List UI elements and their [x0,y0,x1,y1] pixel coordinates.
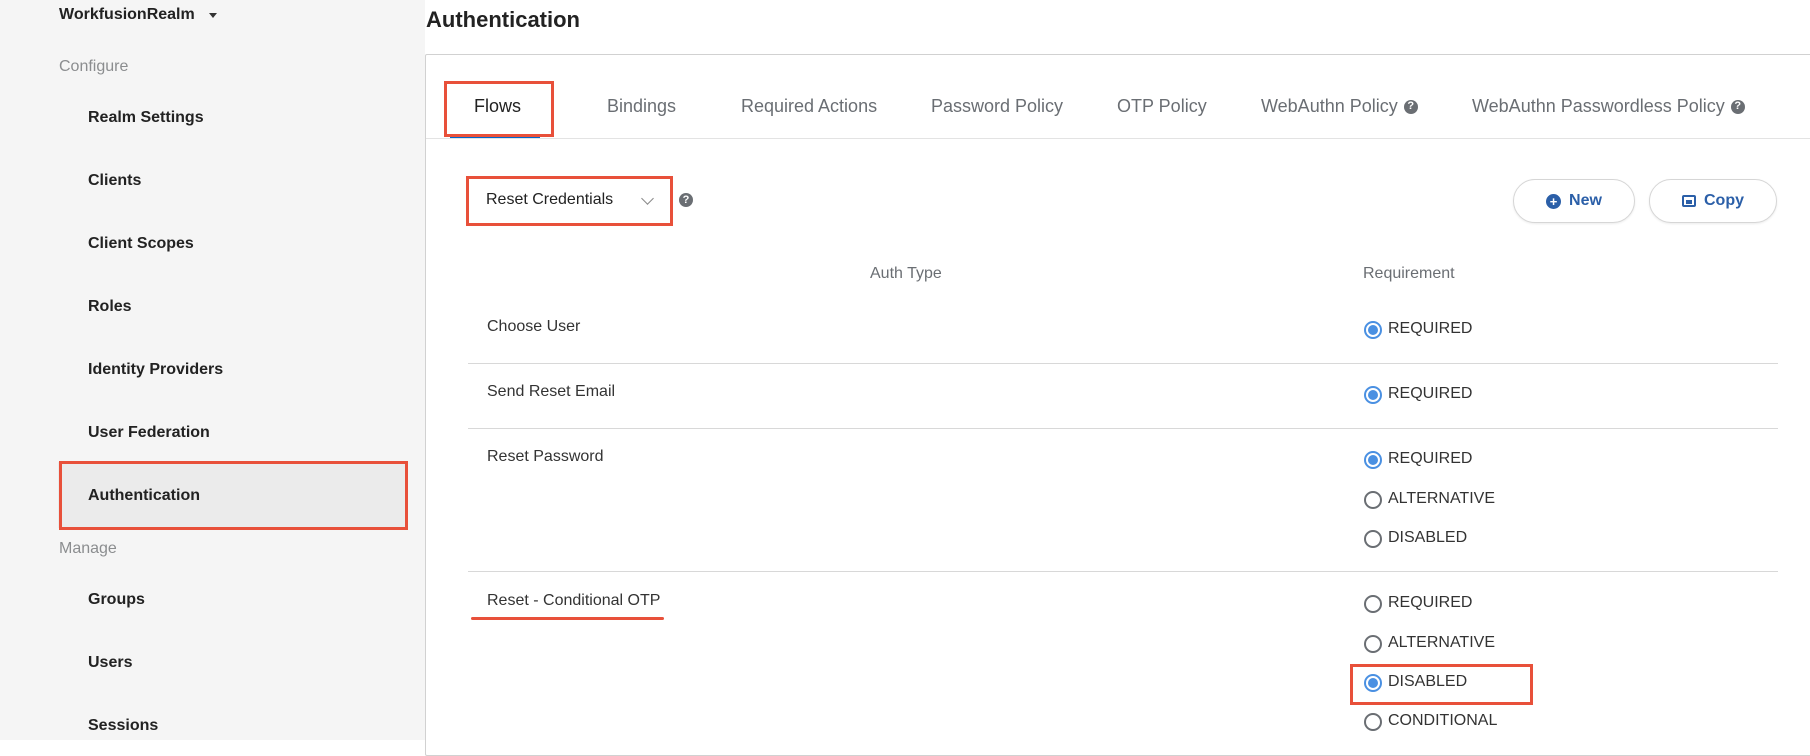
requirement-option-required[interactable]: REQUIRED [1364,318,1472,339]
tab-webauthn-passwordless-policy-label: WebAuthn Passwordless Policy [1472,96,1725,116]
requirement-option-alternative[interactable]: ALTERNATIVE [1364,632,1495,653]
sidebar-item-roles[interactable]: Roles [88,298,132,316]
section-configure: Configure [59,58,129,75]
tab-flows[interactable]: Flows [474,96,521,117]
radio-checked-icon[interactable] [1364,451,1382,469]
column-header-auth-type: Auth Type [870,265,942,282]
tab-webauthn-policy-label: WebAuthn Policy [1261,96,1398,116]
requirement-label: ALTERNATIVE [1388,633,1495,651]
sidebar-item-users[interactable]: Users [88,654,132,672]
sidebar-item-user-federation[interactable]: User Federation [88,424,210,442]
flow-select[interactable]: Reset Credentials [474,180,664,220]
copy-button-label: Copy [1704,192,1744,209]
auth-type-cell: Reset - Conditional OTP [487,592,661,609]
row-divider [468,571,1778,572]
tab-required-actions[interactable]: Required Actions [741,96,877,117]
tab-webauthn-policy[interactable]: WebAuthn Policy ? [1261,96,1418,117]
requirement-label: REQUIRED [1388,384,1473,402]
caret-down-icon [208,12,217,18]
tabs-divider [426,138,1810,139]
requirement-label: CONDITIONAL [1388,711,1498,729]
sidebar-item-client-scopes[interactable]: Client Scopes [88,235,194,253]
requirement-label: REQUIRED [1388,593,1473,611]
sidebar-item-authentication[interactable]: Authentication [88,487,200,505]
sidebar: WorkfusionRealm Configure Realm Settings… [0,0,425,740]
plus-circle-icon: + [1546,193,1562,209]
realm-selector[interactable]: WorkfusionRealm [59,6,217,24]
tab-otp-policy-label: OTP Policy [1117,96,1207,116]
help-icon[interactable]: ? [1730,99,1745,114]
tab-otp-policy[interactable]: OTP Policy [1117,96,1207,117]
requirement-label: DISABLED [1388,528,1468,546]
section-manage: Manage [59,540,117,557]
chevron-down-icon [641,191,654,205]
requirement-label: ALTERNATIVE [1388,489,1495,507]
tab-flows-label: Flows [474,96,522,116]
row-divider [468,363,1778,364]
tab-required-actions-label: Required Actions [741,96,878,116]
auth-type-cell: Send Reset Email [487,383,616,400]
tab-password-policy-label: Password Policy [931,96,1064,116]
copy-icon [1682,195,1696,207]
sidebar-item-identity-providers[interactable]: Identity Providers [88,361,223,379]
tab-bindings-label: Bindings [607,96,677,116]
tab-webauthn-passwordless-policy[interactable]: WebAuthn Passwordless Policy ? [1472,96,1745,117]
radio-unchecked-icon[interactable] [1364,491,1382,509]
radio-checked-icon[interactable] [1364,674,1382,692]
radio-unchecked-icon[interactable] [1364,635,1382,653]
requirement-option-required[interactable]: REQUIRED [1364,592,1472,613]
tab-bindings[interactable]: Bindings [607,96,676,117]
radio-checked-icon[interactable] [1364,386,1382,404]
sidebar-item-realm-settings[interactable]: Realm Settings [88,109,204,127]
realm-name: WorkfusionRealm [59,6,195,23]
requirement-option-disabled[interactable]: DISABLED [1364,527,1467,548]
radio-checked-icon[interactable] [1364,321,1382,339]
flow-select-value: Reset Credentials [486,191,614,208]
requirement-option-conditional[interactable]: CONDITIONAL [1364,710,1497,731]
requirement-label: REQUIRED [1388,319,1473,337]
sidebar-item-sessions[interactable]: Sessions [88,717,158,735]
tab-password-policy[interactable]: Password Policy [931,96,1063,117]
new-button-label: New [1569,192,1602,209]
sidebar-item-clients[interactable]: Clients [88,172,141,190]
page-title: Authentication [426,7,580,32]
radio-unchecked-icon[interactable] [1364,530,1382,548]
row-divider [468,428,1778,429]
radio-unchecked-icon[interactable] [1364,713,1382,731]
auth-type-cell: Choose User [487,318,581,335]
help-icon[interactable]: ? [1403,99,1418,114]
help-icon[interactable]: ? [679,193,693,207]
auth-type-cell: Reset Password [487,448,604,465]
requirement-option-disabled[interactable]: DISABLED [1364,671,1467,692]
requirement-option-required[interactable]: REQUIRED [1364,448,1472,469]
column-header-requirement: Requirement [1363,265,1455,282]
copy-flow-button[interactable]: Copy [1649,179,1777,223]
sidebar-item-groups[interactable]: Groups [88,591,145,609]
radio-unchecked-icon[interactable] [1364,595,1382,613]
new-flow-button[interactable]: + New [1513,179,1635,223]
requirement-label: DISABLED [1388,672,1468,690]
content-panel [425,54,1810,756]
requirement-option-required[interactable]: REQUIRED [1364,383,1472,404]
requirement-label: REQUIRED [1388,449,1473,467]
requirement-option-alternative[interactable]: ALTERNATIVE [1364,488,1495,509]
